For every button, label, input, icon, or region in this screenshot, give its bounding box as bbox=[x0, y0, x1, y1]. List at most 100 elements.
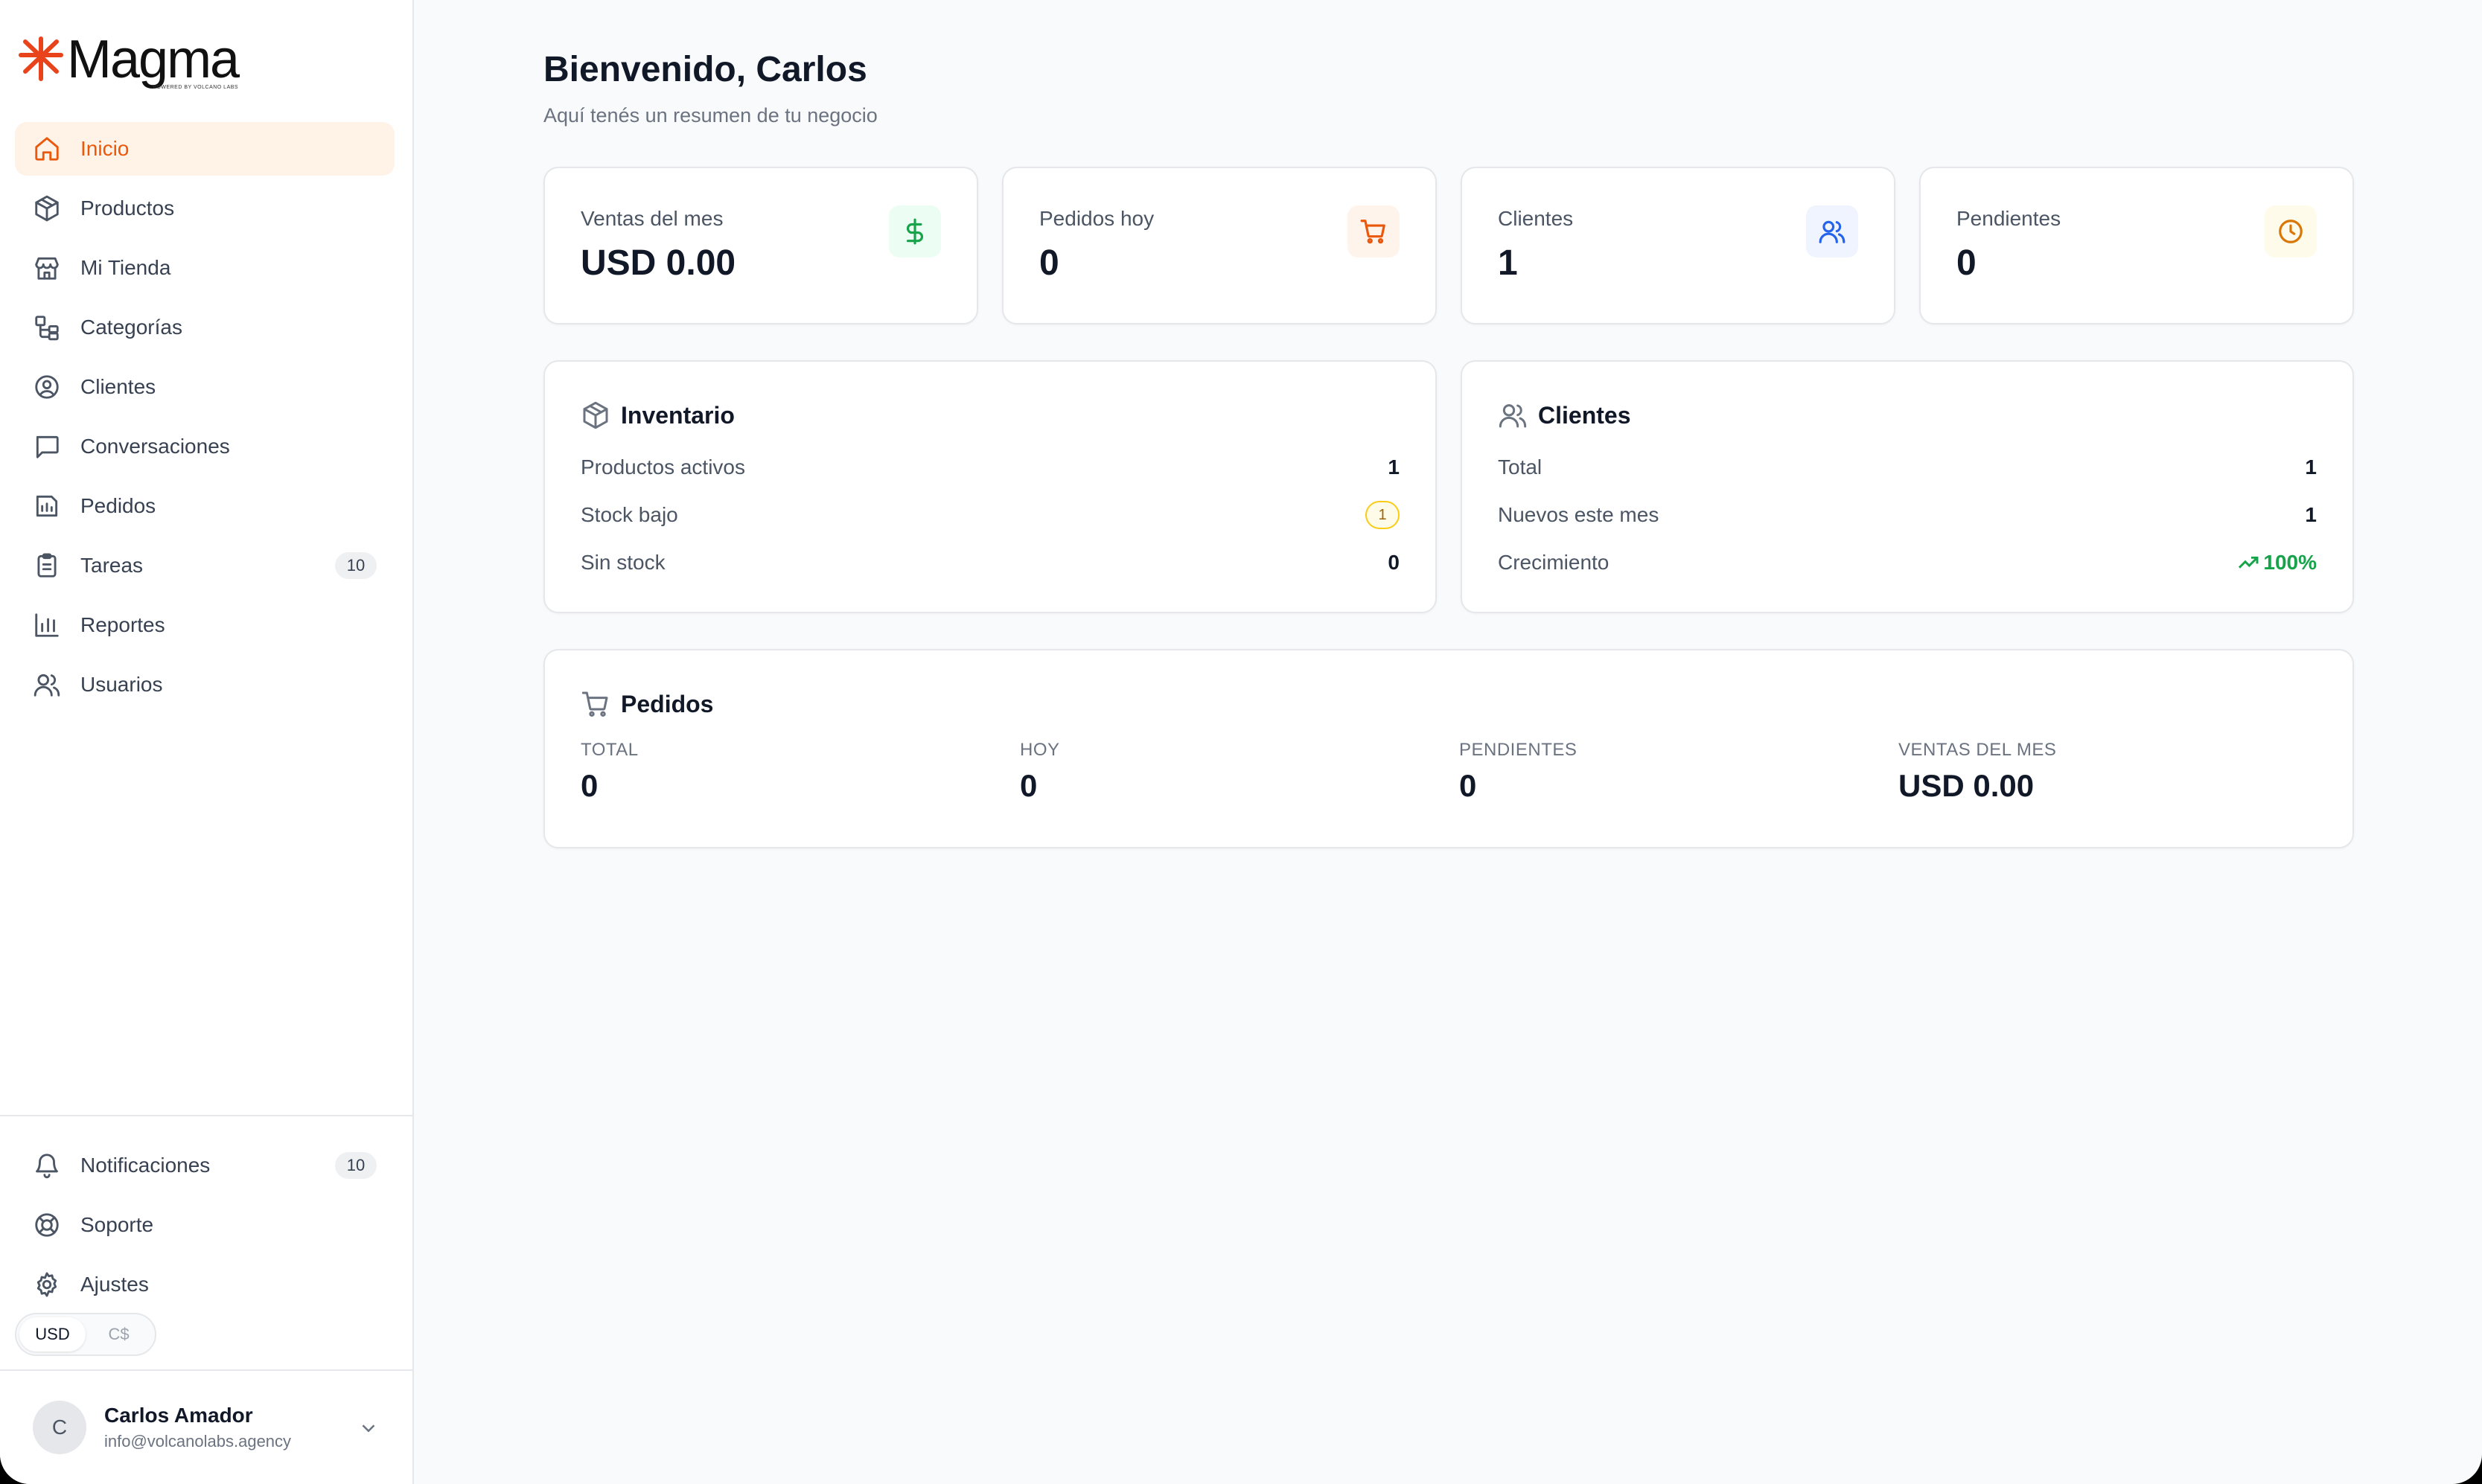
row-label: Stock bajo bbox=[581, 503, 678, 526]
chevron-down-icon bbox=[357, 1417, 380, 1439]
sidebar-item-productos[interactable]: Productos bbox=[15, 182, 395, 235]
orders-icon bbox=[31, 490, 63, 522]
sidebar-item-reportes[interactable]: Reportes bbox=[15, 598, 395, 652]
sidebar-divider bbox=[0, 1115, 412, 1116]
sidebar-item-ajustes[interactable]: Ajustes bbox=[15, 1258, 395, 1311]
sidebar-item-categorias[interactable]: Categorías bbox=[15, 301, 395, 354]
panel-header: Pedidos bbox=[581, 689, 713, 719]
col-label: Total bbox=[581, 740, 639, 760]
sidebar-item-label: Reportes bbox=[80, 613, 165, 636]
categories-icon bbox=[31, 312, 63, 343]
clipboard-icon bbox=[31, 550, 63, 581]
low-stock-badge: 1 bbox=[1365, 501, 1400, 529]
col-value: 0 bbox=[581, 768, 599, 803]
trending-up-icon bbox=[2239, 556, 2259, 569]
sidebar-item-tareas[interactable]: Tareas 10 bbox=[15, 539, 395, 592]
clients-row-growth: Crecimiento 100% bbox=[1498, 548, 2317, 578]
inventory-row-out-of-stock: Sin stock 0 bbox=[581, 548, 1400, 578]
col-label: Pendientes bbox=[1459, 740, 1577, 760]
user-name: Carlos Amador bbox=[104, 1404, 253, 1427]
col-value: 0 bbox=[1459, 768, 1477, 803]
sidebar-item-conversaciones[interactable]: Conversaciones bbox=[15, 420, 395, 473]
sidebar-item-label: Inicio bbox=[80, 137, 130, 160]
row-value: 1 bbox=[2305, 503, 2317, 526]
bar-chart-icon bbox=[31, 610, 63, 641]
brand-name: Magma bbox=[67, 30, 240, 89]
row-label: Productos activos bbox=[581, 455, 745, 479]
panel-header: Inventario bbox=[581, 400, 735, 430]
sidebar-item-pedidos[interactable]: Pedidos bbox=[15, 479, 395, 533]
sidebar-item-usuarios[interactable]: Usuarios bbox=[15, 658, 395, 711]
sidebar-item-label: Categorías bbox=[80, 316, 182, 339]
currency-option-cordoba[interactable]: C$ bbox=[86, 1317, 152, 1352]
chat-icon bbox=[31, 431, 63, 462]
panel-title: Clientes bbox=[1538, 401, 1631, 429]
sidebar-item-soporte[interactable]: Soporte bbox=[15, 1198, 395, 1252]
sidebar-item-clientes[interactable]: Clientes bbox=[15, 360, 395, 414]
stat-label: Pedidos hoy bbox=[1039, 207, 1155, 230]
sidebar-item-label: Usuarios bbox=[80, 673, 163, 696]
currency-toggle: USD C$ bbox=[15, 1313, 156, 1356]
orders-col-total: Total 0 bbox=[581, 740, 639, 804]
stat-label: Clientes bbox=[1498, 207, 1574, 230]
orders-col-pending: Pendientes 0 bbox=[1459, 740, 1577, 804]
orders-panel: Pedidos Total 0 Hoy 0 Pendientes 0 Venta… bbox=[543, 649, 2354, 848]
sidebar-item-label: Clientes bbox=[80, 375, 156, 398]
tasks-count-badge: 10 bbox=[335, 552, 377, 579]
avatar: C bbox=[33, 1401, 86, 1454]
clients-row-new: Nuevos este mes 1 bbox=[1498, 500, 2317, 530]
col-label: Ventas del mes bbox=[1898, 740, 2057, 760]
stat-value: USD 0.00 bbox=[581, 243, 736, 283]
sidebar-item-notificaciones[interactable]: Notificaciones 10 bbox=[15, 1139, 395, 1192]
stat-value: 1 bbox=[1498, 243, 1518, 283]
growth-value: 100% bbox=[2263, 551, 2317, 574]
col-value: USD 0.00 bbox=[1898, 768, 2035, 803]
sidebar-item-label: Productos bbox=[80, 196, 175, 220]
bell-icon bbox=[31, 1150, 63, 1181]
stat-value: 0 bbox=[1039, 243, 1059, 283]
sidebar-item-inicio[interactable]: Inicio bbox=[15, 122, 395, 176]
user-email: info@volcanolabs.agency bbox=[104, 1432, 292, 1451]
user-circle-icon bbox=[31, 371, 63, 403]
app-window: Magma Powered by Volcano Labs Inicio Pro… bbox=[0, 0, 2482, 1484]
users-icon bbox=[1499, 404, 1527, 428]
brand-logo[interactable]: Magma Powered by Volcano Labs bbox=[18, 30, 240, 91]
sidebar-item-label: Mi Tienda bbox=[80, 256, 171, 279]
package-icon bbox=[31, 193, 63, 224]
inventory-row-active: Productos activos 1 bbox=[581, 452, 1400, 482]
gear-icon bbox=[31, 1269, 63, 1300]
row-label: Sin stock bbox=[581, 551, 666, 574]
currency-option-usd[interactable]: USD bbox=[19, 1317, 86, 1352]
user-menu[interactable]: C Carlos Amador info@volcanolabs.agency bbox=[0, 1371, 412, 1484]
main-nav: Inicio Productos Mi Tienda Categorías Cl… bbox=[15, 122, 395, 717]
row-label: Total bbox=[1498, 455, 1543, 479]
notifications-count-badge: 10 bbox=[335, 1152, 377, 1179]
stat-label: Ventas del mes bbox=[581, 207, 724, 230]
stat-card-pendientes: Pendientes 0 bbox=[1919, 167, 2354, 324]
store-icon bbox=[31, 252, 63, 284]
sidebar-item-label: Notificaciones bbox=[80, 1154, 211, 1177]
sidebar-item-label: Pedidos bbox=[80, 494, 156, 517]
home-icon bbox=[31, 133, 63, 164]
inventory-row-low-stock: Stock bajo 1 bbox=[581, 500, 1400, 530]
orders-col-today: Hoy 0 bbox=[1020, 740, 1060, 804]
magma-logo-icon bbox=[19, 36, 63, 81]
clock-icon bbox=[2265, 205, 2317, 258]
orders-col-monthly-sales: Ventas del mes USD 0.00 bbox=[1898, 740, 2056, 804]
panel-title: Pedidos bbox=[621, 690, 714, 717]
row-label: Nuevos este mes bbox=[1498, 503, 1659, 526]
cart-icon bbox=[1347, 205, 1400, 258]
sidebar-item-label: Soporte bbox=[80, 1213, 154, 1236]
col-label: Hoy bbox=[1020, 740, 1060, 760]
sidebar-item-mi-tienda[interactable]: Mi Tienda bbox=[15, 241, 395, 295]
col-value: 0 bbox=[1020, 768, 1038, 803]
sidebar-item-label: Tareas bbox=[80, 554, 144, 577]
users-icon bbox=[31, 669, 63, 700]
row-value: 1 bbox=[2305, 455, 2317, 479]
page-subtitle: Aquí tenés un resumen de tu negocio bbox=[543, 104, 878, 127]
panel-title: Inventario bbox=[621, 401, 735, 429]
inventory-panel: Inventario Productos activos 1 Stock baj… bbox=[543, 360, 1437, 613]
clients-row-total: Total 1 bbox=[1498, 452, 2317, 482]
row-value: 0 bbox=[1388, 551, 1400, 574]
cart-icon bbox=[581, 691, 608, 717]
